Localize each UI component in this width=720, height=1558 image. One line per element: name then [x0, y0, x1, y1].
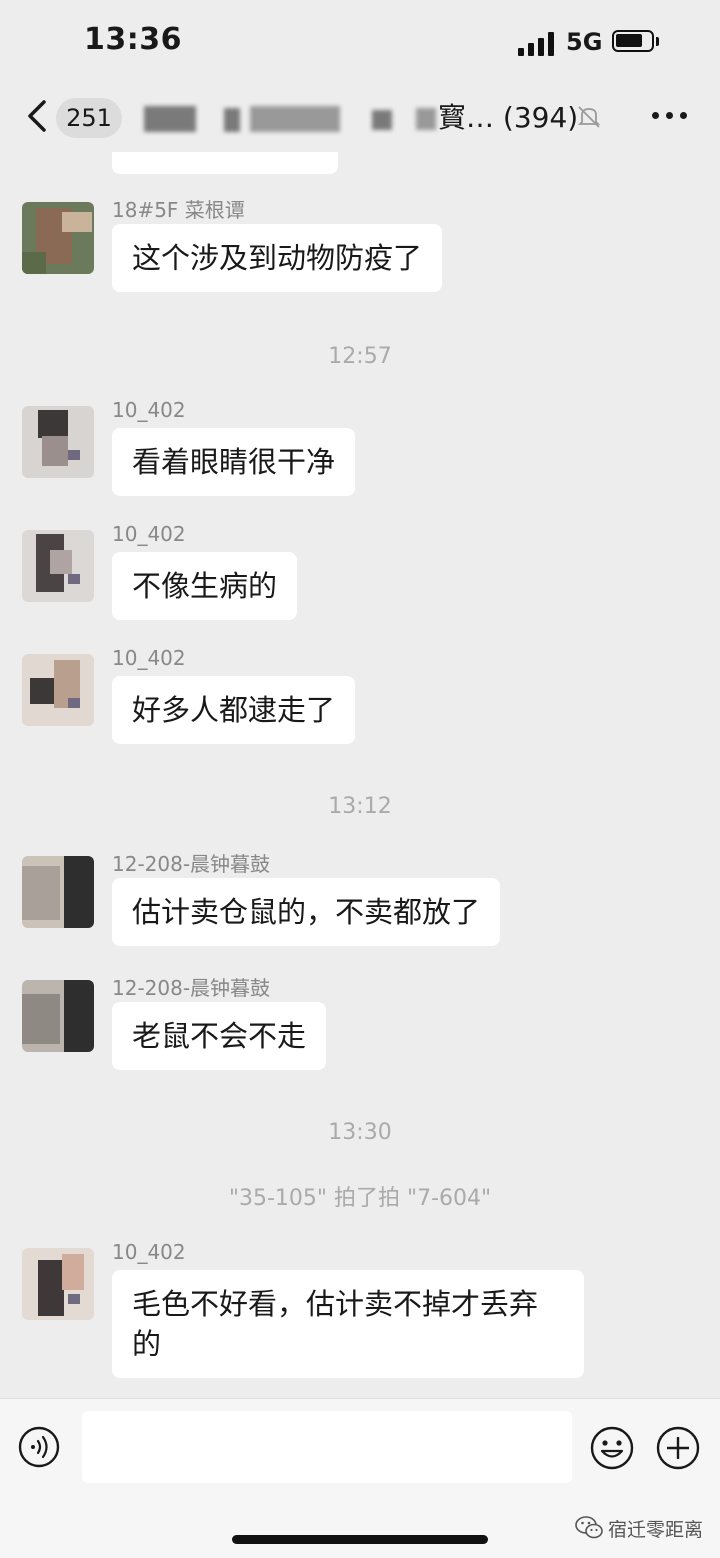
- sender-name: 12-208-晨钟暮鼓: [112, 976, 271, 1000]
- sender-name: 10_402: [112, 398, 186, 422]
- sender-name: 10_402: [112, 646, 186, 670]
- message-bubble[interactable]: 不像生病的: [112, 552, 298, 620]
- chat-title-text: 寳… (394): [438, 101, 579, 134]
- previous-message-bubble: [112, 152, 338, 174]
- network-type: 5G: [566, 28, 603, 56]
- chat-header: 251 寳… (394): [0, 80, 720, 152]
- avatar[interactable]: [22, 202, 94, 274]
- timestamp: 13:12: [328, 794, 392, 819]
- avatar[interactable]: [22, 654, 94, 726]
- avatar[interactable]: [22, 980, 94, 1052]
- plus-icon[interactable]: [656, 1426, 700, 1470]
- avatar[interactable]: [22, 530, 94, 602]
- status-bar: 13:36 5G: [0, 0, 720, 90]
- watermark: 宿迁零距离: [574, 1513, 714, 1543]
- avatar[interactable]: [22, 856, 94, 928]
- sender-name: 18#5F 菜根谭: [112, 198, 245, 222]
- signal-icon: [518, 30, 558, 56]
- chat-message-list[interactable]: 18#5F 菜根谭 这个涉及到动物防疫了 12:57 10_402 看着眼睛很干…: [0, 152, 720, 1398]
- avatar[interactable]: [22, 406, 94, 478]
- voice-icon[interactable]: [18, 1426, 60, 1468]
- sender-name: 10_402: [112, 522, 186, 546]
- pat-notification: "35-105" 拍了拍 "7-604": [228, 1186, 492, 1211]
- chat-title[interactable]: 寳… (394): [140, 98, 580, 138]
- emoji-icon[interactable]: [590, 1426, 634, 1470]
- timestamp: 12:57: [328, 344, 392, 369]
- timestamp: 13:30: [328, 1120, 392, 1145]
- message-bubble[interactable]: 好多人都逮走了: [112, 676, 356, 744]
- message-input[interactable]: [82, 1411, 572, 1483]
- sender-name: 10_402: [112, 1240, 186, 1264]
- sender-name: 12-208-晨钟暮鼓: [112, 852, 271, 876]
- message-bubble[interactable]: 看着眼睛很干净: [112, 428, 356, 496]
- mute-icon: [577, 106, 601, 128]
- message-bubble[interactable]: 毛色不好看，估计卖不掉才丢弃的: [112, 1270, 584, 1378]
- more-icon[interactable]: [652, 110, 688, 122]
- home-indicator[interactable]: [232, 1535, 488, 1544]
- watermark-text: 宿迁零距离: [608, 1519, 704, 1541]
- message-bubble[interactable]: 老鼠不会不走: [112, 1002, 327, 1070]
- status-time: 13:36: [84, 22, 182, 57]
- battery-icon: [612, 30, 654, 52]
- back-icon[interactable]: [24, 98, 52, 134]
- avatar[interactable]: [22, 1248, 94, 1320]
- message-bubble[interactable]: 估计卖仓鼠的，不卖都放了: [112, 878, 501, 946]
- wechat-logo-icon: [575, 1516, 603, 1539]
- message-bubble[interactable]: 这个涉及到动物防疫了: [112, 224, 443, 292]
- unread-count-badge[interactable]: 251: [56, 98, 122, 138]
- input-bar: 宿迁零距离: [0, 1398, 720, 1558]
